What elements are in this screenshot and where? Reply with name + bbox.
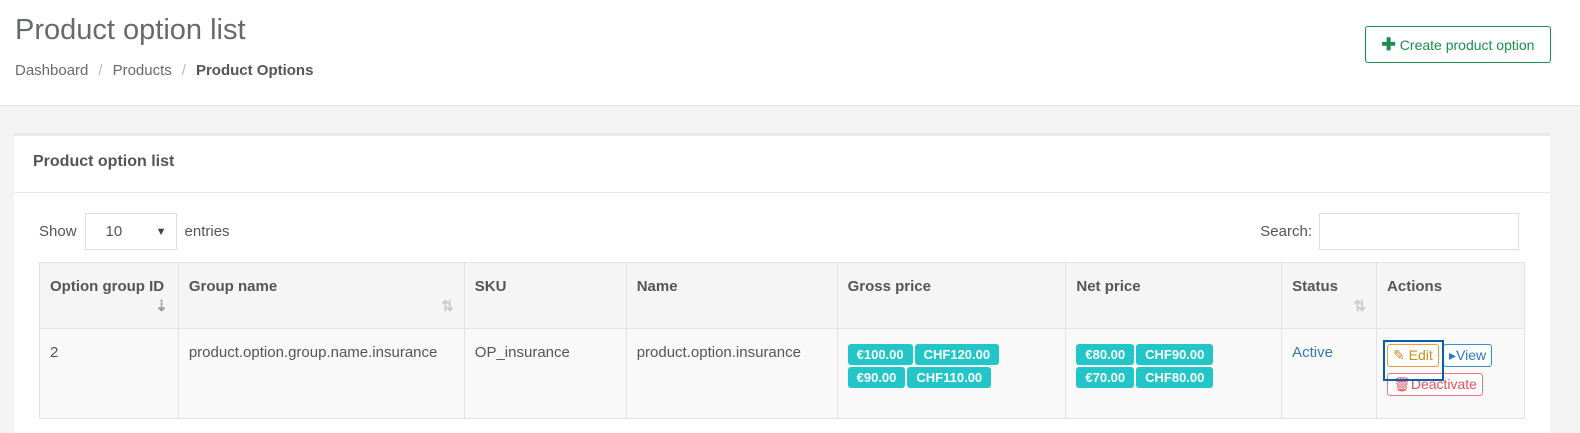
create-product-option-button[interactable]: ✚ Create product option: [1365, 26, 1551, 63]
cell-name: product.option.insurance: [625, 328, 838, 419]
view-button[interactable]: ▸View: [1442, 344, 1493, 367]
col-gross-price: Gross price: [836, 262, 1067, 329]
product-option-table: Option group ID ⇣ Group name ⇅ SKU Name Gr…: [39, 262, 1525, 419]
col-net-price: Net price: [1065, 262, 1283, 329]
page-size-select[interactable]: 10 ▼: [84, 213, 177, 250]
card-title: Product option list: [14, 136, 1550, 193]
sort-desc-icon: ⇣: [155, 298, 168, 315]
product-option-card: Product option list Show 10 ▼ entries Sea…: [14, 133, 1550, 433]
sort-icon: ⇅: [1353, 298, 1367, 315]
search-input[interactable]: [1319, 213, 1519, 250]
price-badge: €90.00: [847, 367, 906, 388]
cell-id: 2: [39, 328, 179, 419]
plus-icon: ✚: [1381, 34, 1396, 54]
cell-actions: ✎ Edit ▸View 🗑Deactivate: [1376, 328, 1525, 419]
price-badge: CHF80.00: [1136, 367, 1214, 388]
sort-icon: ⇅: [441, 298, 454, 315]
col-group-name[interactable]: Group name ⇅: [177, 262, 465, 329]
cell-gross: €100.00 CHF120.00 €90.00 CHF110.00: [836, 328, 1067, 419]
col-name: Name: [625, 262, 838, 329]
page-header: Product option list Dashboard / Products / P…: [0, 0, 1580, 106]
breadcrumb-dashboard[interactable]: Dashboard: [15, 62, 88, 79]
cell-sku: OP_insurance: [463, 328, 627, 419]
breadcrumb-current: Product Options: [195, 62, 314, 79]
col-actions: Actions: [1376, 262, 1525, 329]
breadcrumb: Dashboard / Products / Product Options: [15, 62, 314, 79]
price-badge: CHF90.00: [1136, 344, 1214, 365]
caret-down-icon: ▼: [155, 225, 167, 238]
focus-outline: [1383, 340, 1445, 381]
cell-status: Active: [1281, 328, 1378, 419]
col-sku: SKU: [463, 262, 627, 329]
table-row: 2 product.option.group.name.insurance OP…: [39, 328, 1525, 419]
breadcrumb-products[interactable]: Products: [113, 62, 172, 79]
cell-net: €80.00 CHF90.00 €70.00 CHF80.00: [1065, 328, 1283, 419]
price-badge: €100.00: [847, 344, 913, 365]
price-badge: CHF110.00: [907, 367, 992, 388]
page-title: Product option list: [15, 14, 246, 46]
price-badge: CHF120.00: [914, 344, 1000, 365]
price-badge: €70.00: [1076, 367, 1135, 388]
price-badge: €80.00: [1076, 344, 1135, 365]
col-status[interactable]: Status ⇅: [1281, 262, 1378, 329]
cell-group: product.option.group.name.insurance: [177, 328, 465, 419]
search-control: Search:: [1260, 213, 1519, 250]
col-option-group-id[interactable]: Option group ID ⇣: [39, 262, 179, 329]
caret-right-icon: ▸: [1448, 347, 1456, 363]
page-size-control: Show 10 ▼ entries: [39, 213, 230, 250]
